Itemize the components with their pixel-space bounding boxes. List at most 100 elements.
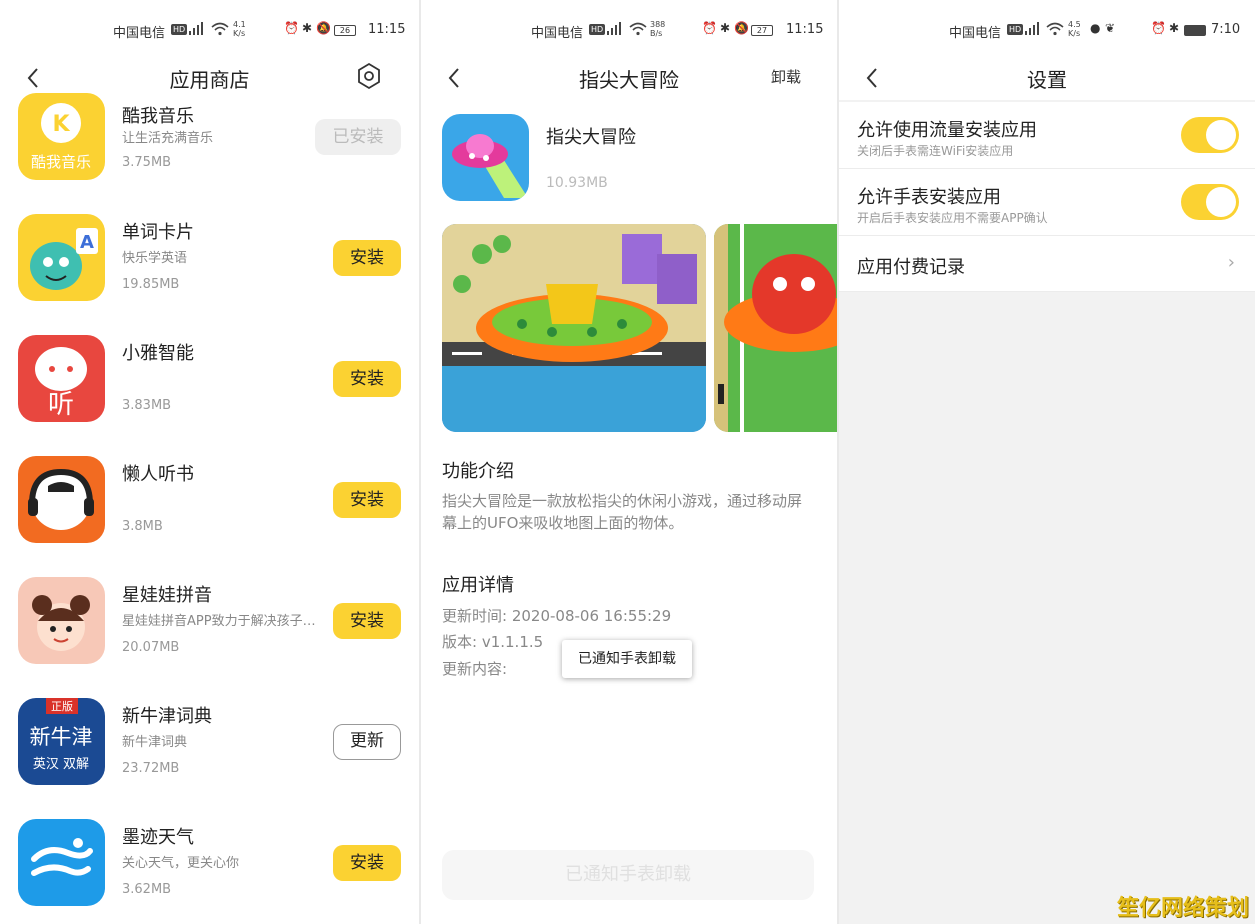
app-size: 3.8MB — [122, 519, 163, 534]
bluetooth-icon: ✱ — [1169, 21, 1180, 35]
install-button[interactable]: 安装 — [333, 361, 401, 397]
installed-button[interactable]: 已安装 — [315, 119, 401, 155]
clock: 11:15 — [786, 22, 824, 37]
carrier-label: 中国电信 — [531, 26, 584, 41]
app-desc: 新牛津词典 — [122, 735, 188, 750]
setting-sub: 关闭后手表需连WiFi安装应用 — [857, 144, 1014, 158]
app-icon-fingertip — [442, 114, 529, 201]
mute-icon: 🔕 — [316, 21, 331, 35]
list-item-app[interactable]: 懒人听书 3.8MB 安装 — [0, 456, 419, 577]
app-size: 3.75MB — [122, 155, 172, 170]
list-item-app[interactable]: A 单词卡片 快乐学英语 19.85MB 安装 — [0, 214, 419, 335]
app-icon-moji-weather — [18, 819, 105, 906]
uninstall-link[interactable]: 卸载 — [771, 66, 801, 87]
chevron-right-icon: › — [1227, 252, 1235, 273]
app-store-screen: 中国电信 HD 4.1 K/s ⏰ ✱ 🔕 26 11:15 应用商店 K 酷我音乐… — [0, 0, 419, 924]
net-speed: 388 B/s — [650, 20, 666, 38]
setting-row-payment-record[interactable]: 应用付费记录 › — [839, 236, 1255, 292]
setting-label: 允许使用流量安装应用 — [857, 120, 1037, 141]
intro-title: 功能介绍 — [442, 461, 514, 482]
setting-sub: 开启后手表安装应用不需要APP确认 — [857, 211, 1048, 225]
signal-icon — [1025, 22, 1039, 35]
notify-uninstall-button[interactable]: 已通知手表卸载 — [442, 850, 814, 900]
app-size: 19.85MB — [122, 277, 180, 292]
clock: 7:10 — [1211, 22, 1241, 37]
svg-text:英汉 双解: 英汉 双解 — [33, 757, 89, 772]
app-desc: 星娃娃拼音APP致力于解决孩子学习拼音的难题 — [122, 614, 317, 629]
app-name: 单词卡片 — [122, 222, 194, 243]
app-name: 星娃娃拼音 — [122, 585, 212, 606]
list-item-app[interactable]: 墨迹天气 关心天气，更关心你 3.62MB 安装 — [0, 819, 419, 924]
install-button[interactable]: 安装 — [333, 482, 401, 518]
top-bar: 指尖大冒险 卸载 — [421, 56, 837, 100]
setting-row-watch-install: 允许手表安装应用 开启后手表安装应用不需要APP确认 — [839, 169, 1255, 236]
app-icon-xingwawa — [18, 577, 105, 664]
app-icon-word-cards: A — [18, 214, 105, 301]
signal-icon — [189, 22, 203, 35]
svg-text:正版: 正版 — [51, 699, 73, 713]
chat-icon: ● — [1090, 21, 1101, 35]
alarm-icon: ⏰ — [702, 21, 717, 35]
toggle-switch[interactable] — [1181, 117, 1239, 153]
alarm-icon: ⏰ — [1151, 21, 1166, 35]
app-name: 懒人听书 — [122, 464, 194, 485]
app-size: 20.07MB — [122, 640, 180, 655]
install-button[interactable]: 安装 — [333, 603, 401, 639]
toggle-knob — [1206, 120, 1236, 150]
mute-icon: 🔕 — [734, 21, 749, 35]
screenshot-image[interactable] — [714, 224, 837, 432]
app-icon-oxford: 正版新牛津英汉 双解 — [18, 698, 105, 785]
install-button[interactable]: 安装 — [333, 845, 401, 881]
app-name: 酷我音乐 — [122, 106, 194, 127]
status-bar: 中国电信 HD 4.5 K/s ● ❦ ⏰ ✱ 7:10 — [839, 18, 1255, 44]
page-title: 设置 — [1027, 68, 1067, 92]
svg-text:酷我音乐: 酷我音乐 — [31, 153, 91, 171]
update-button[interactable]: 更新 — [333, 724, 401, 760]
carrier-label: 中国电信 — [113, 26, 166, 41]
app-icon-xiaoya: 听 — [18, 335, 105, 422]
top-bar: 设置 — [839, 56, 1255, 100]
app-size: 10.93MB — [546, 175, 608, 191]
svg-text:A: A — [80, 232, 94, 253]
svg-text:听: 听 — [48, 390, 74, 420]
screenshot-image[interactable] — [442, 224, 706, 432]
battery-icon: 27 — [751, 25, 773, 36]
watermark: 笙亿网络策划 — [1116, 896, 1249, 921]
svg-text:新牛津: 新牛津 — [30, 725, 93, 749]
app-desc: 快乐学英语 — [122, 251, 188, 266]
app-name: 墨迹天气 — [122, 827, 194, 848]
wifi-icon — [1046, 22, 1064, 36]
list-item-app[interactable]: K 酷我音乐 酷我音乐 让生活充满音乐 3.75MB 已安装 — [0, 93, 419, 214]
bluetooth-icon: ✱ — [720, 21, 731, 35]
app-detail-screen: 中国电信 HD 388 B/s ⏰ ✱ 🔕 27 11:15 指尖大冒险 卸载 指… — [421, 0, 837, 924]
alarm-icon: ⏰ — [284, 21, 299, 35]
setting-row-data-install: 允许使用流量安装应用 关闭后手表需连WiFi安装应用 — [839, 102, 1255, 169]
carrier-label: 中国电信 — [949, 26, 1002, 41]
list-item-app[interactable]: 星娃娃拼音 星娃娃拼音APP致力于解决孩子学习拼音的难题 20.07MB 安装 — [0, 577, 419, 698]
app-icon-kuwo: K 酷我音乐 — [18, 93, 105, 180]
bluetooth-icon: ✱ — [302, 21, 313, 35]
status-bar: 中国电信 HD 4.1 K/s ⏰ ✱ 🔕 26 11:15 — [0, 18, 419, 44]
svg-text:K: K — [52, 112, 70, 137]
app-icon-lanren — [18, 456, 105, 543]
hd-icon: HD — [1007, 24, 1024, 35]
weibo-icon: ❦ — [1105, 21, 1116, 35]
toggle-switch[interactable] — [1181, 184, 1239, 220]
net-speed: 4.5 K/s — [1068, 20, 1081, 38]
setting-label: 允许手表安装应用 — [857, 187, 1001, 208]
setting-label: 应用付费记录 — [857, 257, 965, 278]
details-title: 应用详情 — [442, 575, 514, 596]
install-button[interactable]: 安装 — [333, 240, 401, 276]
settings-gear-icon[interactable] — [355, 62, 383, 90]
app-size: 3.62MB — [122, 882, 172, 897]
app-name: 小雅智能 — [122, 343, 194, 364]
app-size: 3.83MB — [122, 398, 172, 413]
update-time: 更新时间: 2020-08-06 16:55:29 — [442, 607, 672, 625]
app-name: 指尖大冒险 — [546, 127, 636, 148]
app-desc: 让生活充满音乐 — [122, 131, 214, 146]
hd-icon: HD — [589, 24, 606, 35]
battery-icon — [1184, 25, 1206, 36]
list-item-app[interactable]: 听 小雅智能 3.83MB 安装 — [0, 335, 419, 456]
list-item-app[interactable]: 正版 新牛津 英汉 双解 新牛津词典 新牛津词典 23.72MB 更新 — [0, 698, 419, 819]
intro-text: 指尖大冒险是一款放松指尖的休闲小游戏，通过移动屏幕上的UFO来吸收地图上面的物体… — [442, 492, 803, 532]
